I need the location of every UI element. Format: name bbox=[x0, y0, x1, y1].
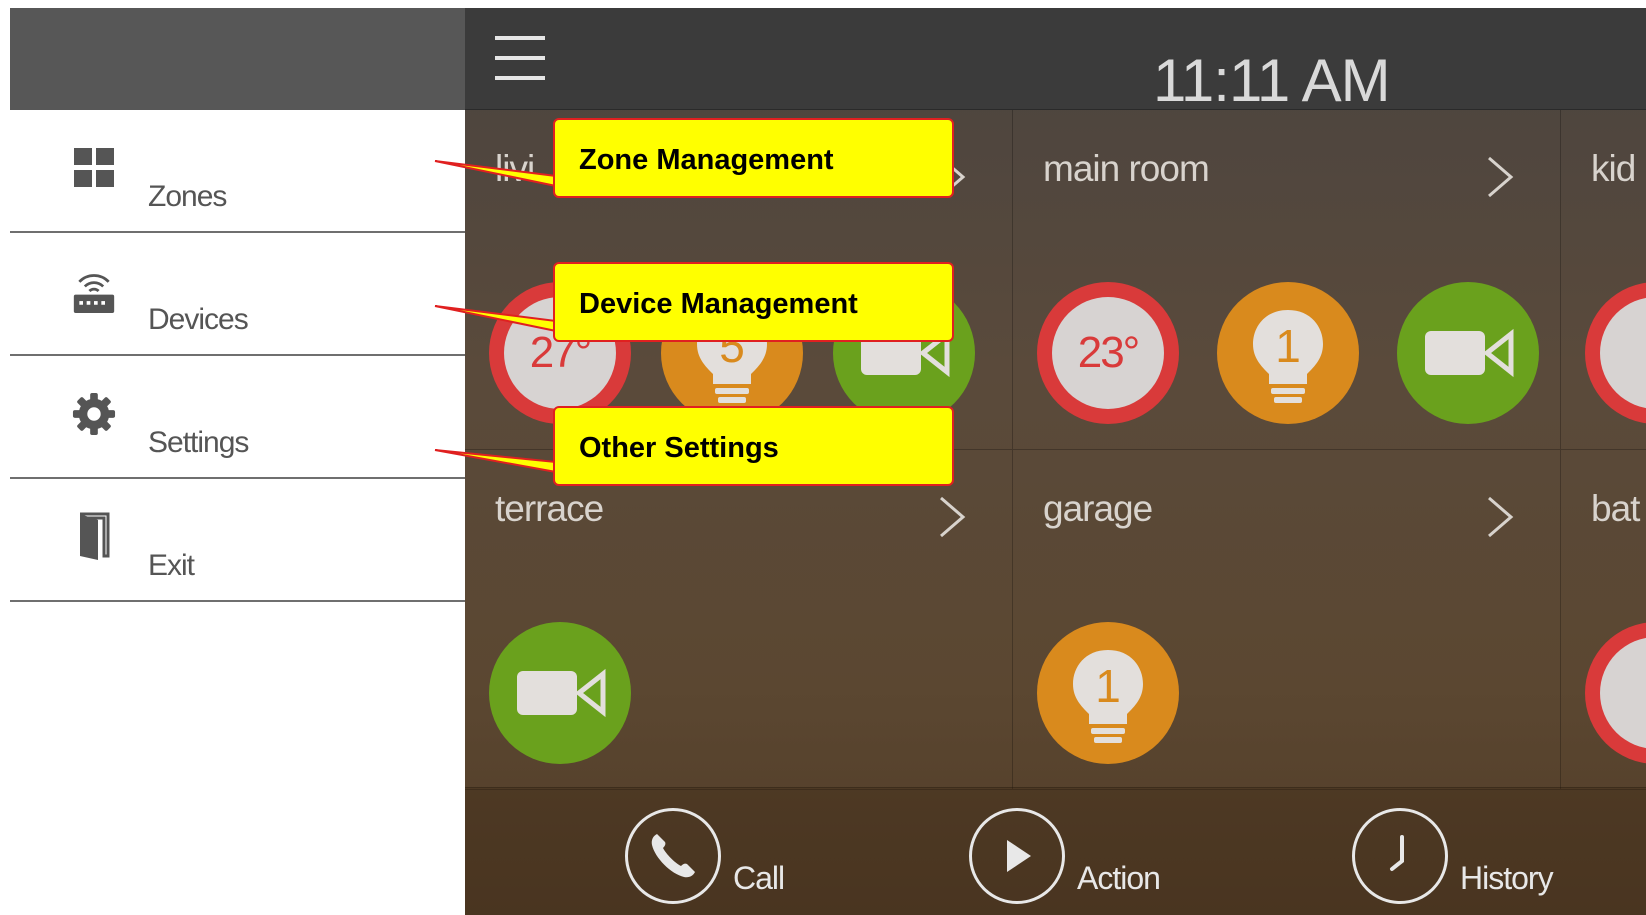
lightbulb-icon: 1 bbox=[1253, 310, 1323, 403]
camera-badge[interactable] bbox=[1397, 282, 1539, 424]
play-icon bbox=[969, 808, 1065, 904]
zone-name: kid bbox=[1591, 148, 1636, 189]
clock: 11:11 AM bbox=[1153, 47, 1391, 114]
menu-item-label: Settings bbox=[148, 426, 249, 459]
zone-card-kids[interactable]: kid 2 bbox=[1561, 110, 1646, 450]
light-count: 1 bbox=[1095, 660, 1121, 712]
zone-name: livi bbox=[495, 148, 535, 189]
callout-device-management: Device Management bbox=[553, 262, 954, 342]
lightbulb-icon: 1 bbox=[1073, 650, 1143, 743]
temperature-badge[interactable]: 2 bbox=[1585, 282, 1646, 424]
grid-icon bbox=[72, 146, 116, 190]
clock-icon bbox=[1352, 808, 1448, 904]
callout-zone-management: Zone Management bbox=[553, 118, 954, 198]
temperature-badge[interactable]: 23° bbox=[1037, 282, 1179, 424]
zone-name: garage bbox=[1043, 488, 1153, 529]
callout-text: Zone Management bbox=[579, 144, 834, 176]
light-count: 1 bbox=[1275, 320, 1301, 372]
chevron-right-icon bbox=[1488, 156, 1514, 198]
menu-item-label: Exit bbox=[148, 549, 195, 582]
video-camera-icon bbox=[1425, 328, 1514, 378]
zone-name: main room bbox=[1043, 148, 1210, 189]
top-bar: 11:11 AM bbox=[465, 8, 1646, 114]
app-window: Zones Devices Settings Exit 11:11 AM liv… bbox=[0, 0, 1646, 915]
door-icon bbox=[72, 512, 116, 560]
zone-name: terrace bbox=[495, 488, 604, 529]
wifi-router-icon bbox=[72, 269, 116, 313]
menu-item-devices[interactable]: Devices bbox=[10, 233, 465, 356]
temperature-value: 2 bbox=[1600, 637, 1646, 749]
gear-icon bbox=[72, 392, 116, 436]
history-label: History bbox=[1460, 860, 1554, 896]
callout-text: Other Settings bbox=[579, 432, 779, 464]
menu-item-label: Devices bbox=[148, 303, 249, 336]
bottom-bar: Call Action History bbox=[465, 787, 1646, 915]
temperature-value: 2 bbox=[1600, 297, 1646, 409]
menu-item-settings[interactable]: Settings bbox=[10, 356, 465, 479]
chevron-right-icon bbox=[1488, 496, 1514, 538]
video-camera-icon bbox=[517, 668, 606, 718]
camera-badge[interactable] bbox=[489, 622, 631, 764]
action-label: Action bbox=[1077, 860, 1161, 896]
zone-card-terrace[interactable]: terrace bbox=[465, 450, 1013, 790]
phone-icon bbox=[625, 808, 721, 904]
zone-name: bat bbox=[1591, 488, 1640, 529]
side-menu-header bbox=[10, 8, 465, 110]
zone-card-main-room[interactable]: main room 23° 1 bbox=[1013, 110, 1561, 450]
zone-card-bathroom[interactable]: bat 2 bbox=[1561, 450, 1646, 790]
light-badge[interactable]: 1 bbox=[1037, 622, 1179, 764]
menu-item-zones[interactable]: Zones bbox=[10, 110, 465, 233]
zone-card-garage[interactable]: garage 1 bbox=[1013, 450, 1561, 790]
temperature-badge[interactable]: 2 bbox=[1585, 622, 1646, 764]
menu-item-label: Zones bbox=[148, 180, 227, 213]
call-label: Call bbox=[733, 860, 785, 896]
side-menu: Zones Devices Settings Exit bbox=[10, 8, 465, 915]
chevron-right-icon bbox=[940, 496, 966, 538]
callout-other-settings: Other Settings bbox=[553, 406, 954, 486]
callout-text: Device Management bbox=[579, 288, 858, 320]
hamburger-menu-icon[interactable] bbox=[495, 36, 549, 82]
temperature-value: 23° bbox=[1052, 297, 1164, 409]
menu-item-exit[interactable]: Exit bbox=[10, 479, 465, 602]
light-badge[interactable]: 1 bbox=[1217, 282, 1359, 424]
